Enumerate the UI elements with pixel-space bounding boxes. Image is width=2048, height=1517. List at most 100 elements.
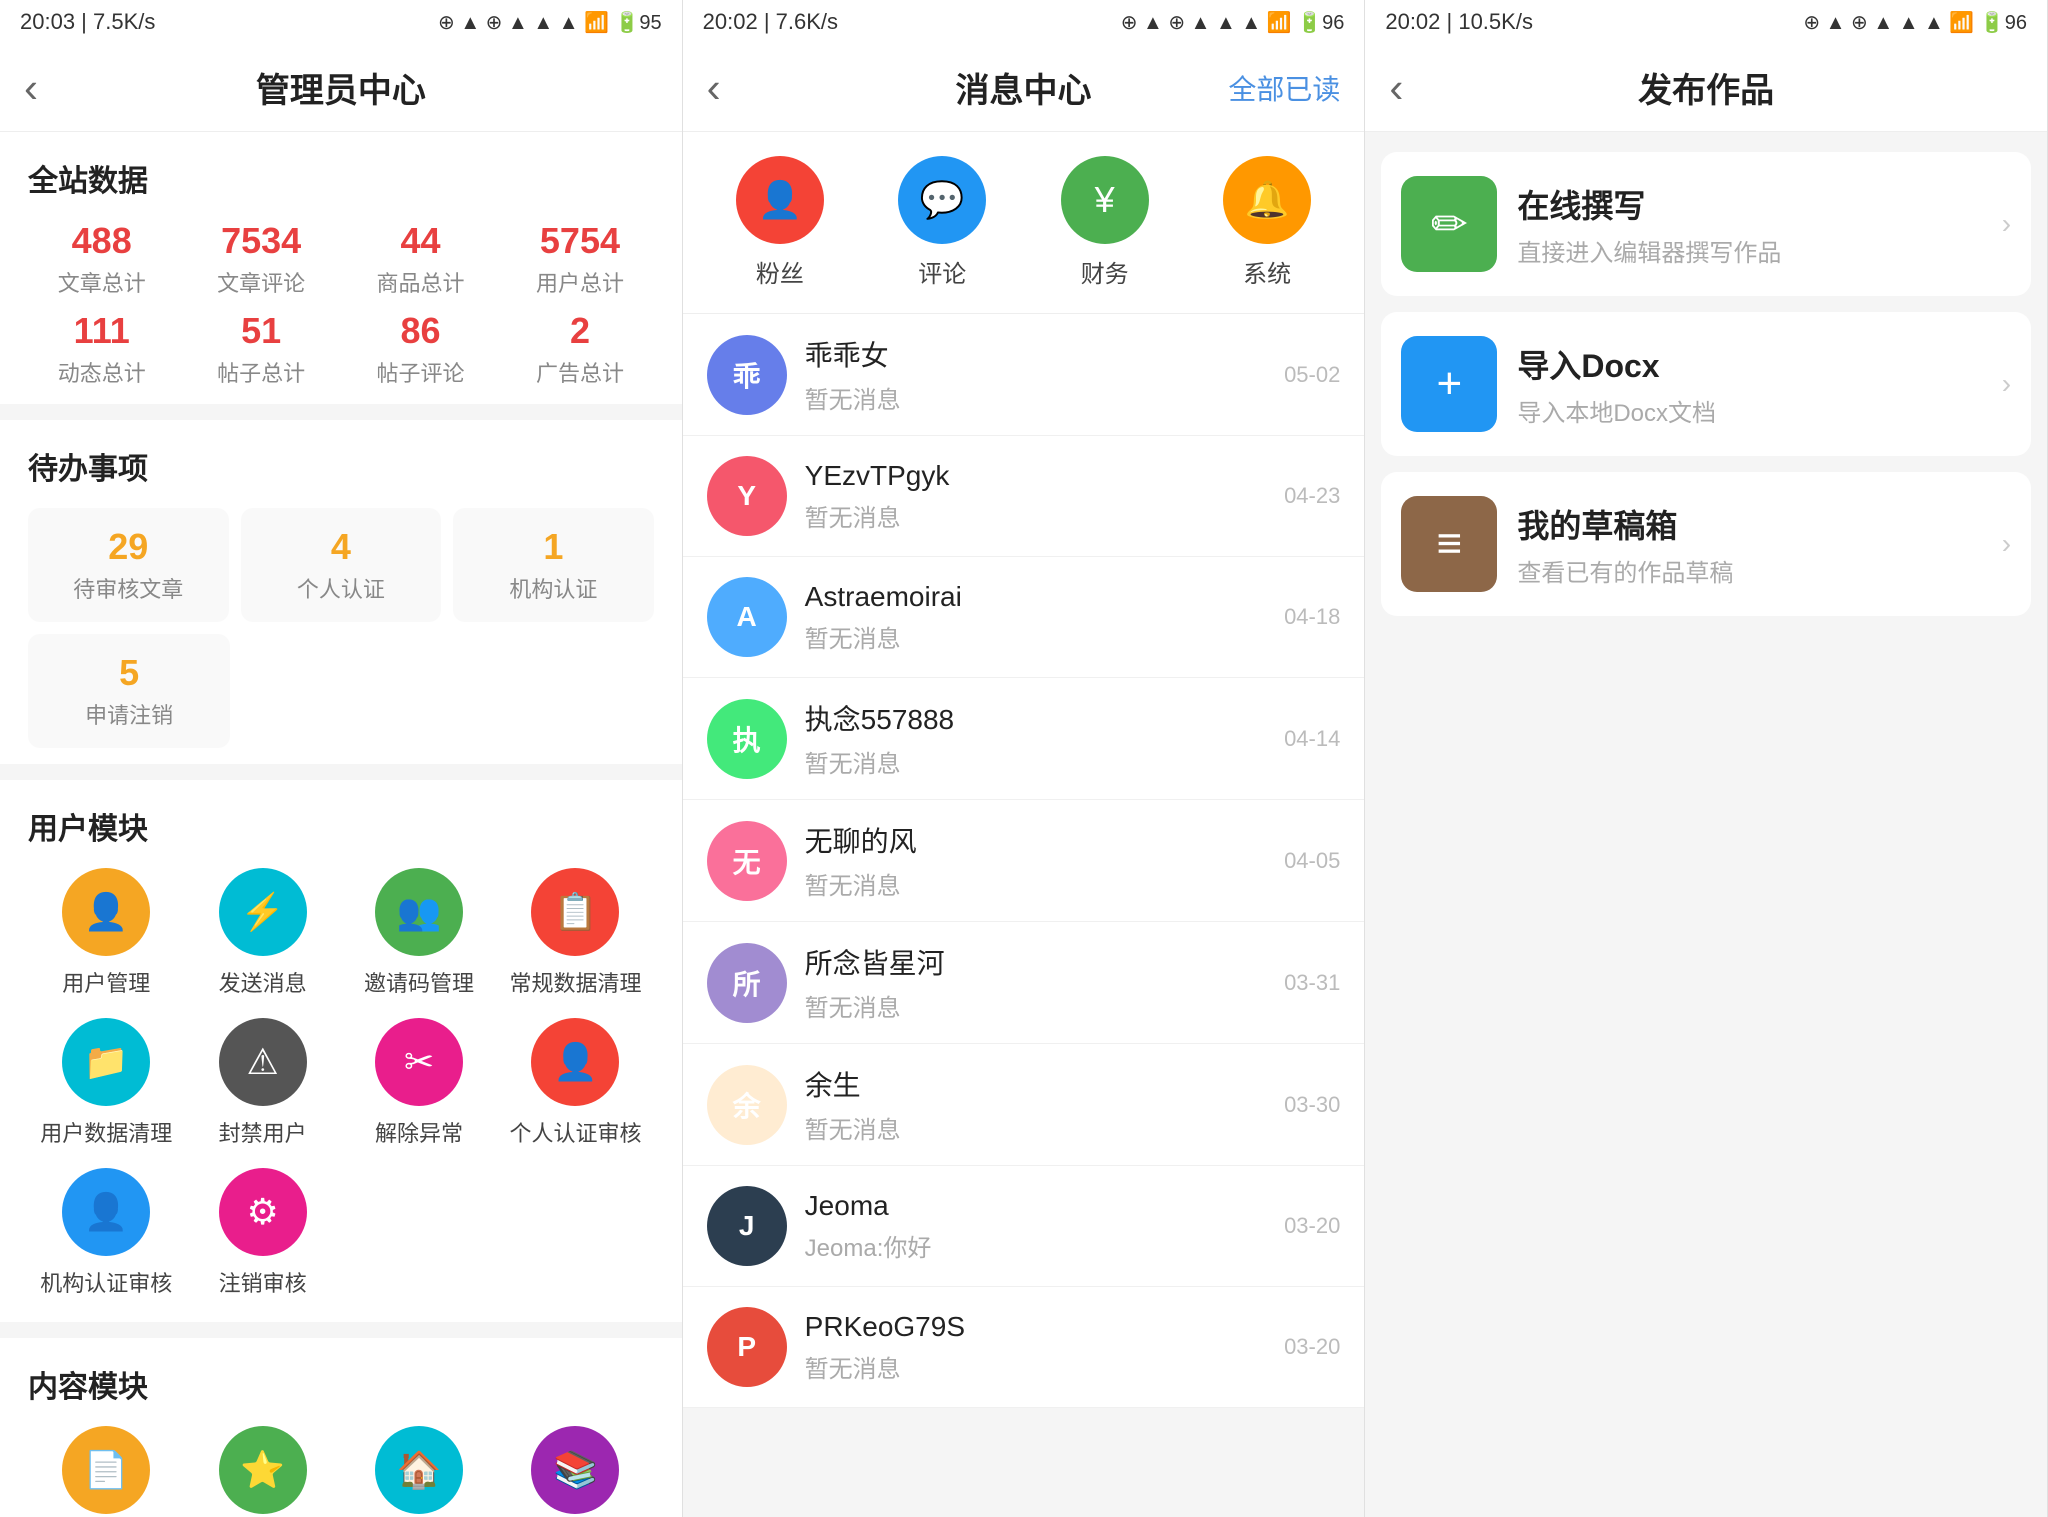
status-bar: 20:03 | 7.5K/s ⊕ ▲ ⊕ ▲ ▲ ▲ 📶 🔋95	[0, 0, 682, 44]
message-item[interactable]: P PRKeoG79S 暂无消息 03-20	[683, 1287, 1365, 1408]
message-time: 03-31	[1284, 970, 1340, 996]
message-name: Jeoma	[805, 1190, 1266, 1222]
status-icons: ⊕ ▲ ⊕ ▲ ▲ ▲ 📶 🔋96	[1803, 10, 2027, 35]
category-粉丝[interactable]: 👤 粉丝	[736, 156, 824, 289]
module-item[interactable]: ⚙ 注销审核	[184, 1168, 340, 1298]
todo-item[interactable]: 1 机构认证	[453, 508, 654, 622]
message-item[interactable]: J Jeoma Jeoma:你好 03-20	[683, 1166, 1365, 1287]
message-list: 乖 乖乖女 暂无消息 05-02Y YEzvTPgyk 暂无消息 04-23A …	[683, 314, 1365, 1408]
todo-single[interactable]: 5 申请注销	[28, 634, 230, 748]
stat-label: 动态总计	[28, 356, 175, 388]
module-item[interactable]: 👤 机构认证审核	[28, 1168, 184, 1298]
stat-item: 2 广告总计	[506, 310, 653, 388]
module-item[interactable]: ✂ 解除异常	[341, 1018, 497, 1148]
category-评论[interactable]: 💬 评论	[898, 156, 986, 289]
module-item[interactable]: 👤 用户管理	[28, 868, 184, 998]
category-label: 粉丝	[756, 254, 804, 289]
module-label: 机构认证审核	[40, 1266, 172, 1298]
stat-label: 广告总计	[506, 356, 653, 388]
stat-item: 488 文章总计	[28, 220, 175, 298]
category-label: 系统	[1243, 254, 1291, 289]
message-info: 余生 暂无消息	[805, 1064, 1266, 1145]
module-item[interactable]: ⚡ 发送消息	[184, 868, 340, 998]
publish-info: 在线撰写 直接进入编辑器撰写作品	[1517, 181, 1981, 268]
module-item[interactable]: 👤 个人认证审核	[497, 1018, 653, 1148]
panel-admin: 20:03 | 7.5K/s ⊕ ▲ ⊕ ▲ ▲ ▲ 📶 🔋95‹ 管理员中心 …	[0, 0, 683, 1517]
status-time: 20:03 | 7.5K/s	[20, 9, 155, 35]
module-label: 常规数据清理	[509, 966, 641, 998]
message-item[interactable]: 乖 乖乖女 暂无消息 05-02	[683, 314, 1365, 436]
back-button[interactable]: ‹	[707, 64, 721, 112]
module-icon: ✂	[375, 1018, 463, 1106]
stat-item: 111 动态总计	[28, 310, 175, 388]
publish-icon-box: ≡	[1401, 496, 1497, 592]
back-button[interactable]: ‹	[1389, 64, 1403, 112]
stat-label: 用户总计	[506, 266, 653, 298]
module-icon: 📁	[62, 1018, 150, 1106]
panel-publish: 20:02 | 10.5K/s ⊕ ▲ ⊕ ▲ ▲ ▲ 📶 🔋96‹ 发布作品 …	[1365, 0, 2048, 1517]
module-item[interactable]: ⚠ 封禁用户	[184, 1018, 340, 1148]
category-icon: 👤	[736, 156, 824, 244]
stat-number: 2	[506, 310, 653, 352]
module-item[interactable]: 📁 用户数据清理	[28, 1018, 184, 1148]
message-avatar: J	[707, 1186, 787, 1266]
module-icon: 📋	[531, 868, 619, 956]
stat-number: 44	[347, 220, 494, 262]
todo-item[interactable]: 4 个人认证	[241, 508, 442, 622]
stat-label: 文章评论	[187, 266, 334, 298]
stat-label: 文章总计	[28, 266, 175, 298]
content-module-item[interactable]: 📄 文章	[28, 1426, 184, 1517]
header-title: 消息中心	[956, 63, 1092, 112]
message-avatar: 所	[707, 943, 787, 1023]
stat-label: 帖子总计	[187, 356, 334, 388]
module-label: 注销审核	[219, 1266, 307, 1298]
todos-section: 待办事项29 待审核文章4 个人认证1 机构认证5 申请注销	[0, 420, 682, 764]
message-avatar: 无	[707, 821, 787, 901]
module-icon: ⚙	[219, 1168, 307, 1256]
todo-number: 4	[253, 526, 430, 568]
todo-label: 个人认证	[253, 572, 430, 604]
header: ‹ 管理员中心	[0, 44, 682, 132]
publish-title: 在线撰写	[1517, 181, 1981, 227]
message-item[interactable]: 执 执念557888 暂无消息 04-14	[683, 678, 1365, 800]
back-button[interactable]: ‹	[24, 64, 38, 112]
module-icon: ⚠	[219, 1018, 307, 1106]
module-item[interactable]: 📋 常规数据清理	[497, 868, 653, 998]
publish-item[interactable]: ≡ 我的草稿箱 查看已有的作品草稿 ›	[1381, 472, 2031, 616]
module-label: 邀请码管理	[364, 966, 474, 998]
message-item[interactable]: Y YEzvTPgyk 暂无消息 04-23	[683, 436, 1365, 557]
message-avatar: A	[707, 577, 787, 657]
message-preview: 暂无消息	[805, 380, 1266, 415]
module-icon: 👤	[531, 1018, 619, 1106]
stat-number: 86	[347, 310, 494, 352]
header: ‹ 消息中心 全部已读	[683, 44, 1365, 132]
module-item[interactable]: 👥 邀请码管理	[341, 868, 497, 998]
module-label: 封禁用户	[219, 1116, 307, 1148]
content-module-item[interactable]: ⭐ 收藏	[184, 1426, 340, 1517]
stat-label: 帖子评论	[347, 356, 494, 388]
publish-item[interactable]: ✏ 在线撰写 直接进入编辑器撰写作品 ›	[1381, 152, 2031, 296]
content-module-item[interactable]: 📚 书籍	[497, 1426, 653, 1517]
message-preview: 暂无消息	[805, 498, 1266, 533]
message-avatar: 余	[707, 1065, 787, 1145]
todo-item[interactable]: 29 待审核文章	[28, 508, 229, 622]
module-icon: ⚡	[219, 868, 307, 956]
header-action[interactable]: 全部已读	[1228, 68, 1340, 108]
message-item[interactable]: 所 所念皆星河 暂无消息 03-31	[683, 922, 1365, 1044]
header-title: 发布作品	[1638, 63, 1774, 112]
message-item[interactable]: 无 无聊的风 暂无消息 04-05	[683, 800, 1365, 922]
stat-item: 51 帖子总计	[187, 310, 334, 388]
message-name: 无聊的风	[805, 820, 1266, 860]
publish-title: 导入Docx	[1517, 341, 1981, 387]
publish-item[interactable]: + 导入Docx 导入本地Docx文档 ›	[1381, 312, 2031, 456]
category-系统[interactable]: 🔔 系统	[1223, 156, 1311, 289]
panel-content: 全站数据488 文章总计7534 文章评论44 商品总计5754 用户总计111…	[0, 132, 682, 1517]
content-module-icon: 🏠	[375, 1426, 463, 1514]
header-title: 管理员中心	[256, 63, 426, 112]
message-item[interactable]: A Astraemoirai 暂无消息 04-18	[683, 557, 1365, 678]
message-item[interactable]: 余 余生 暂无消息 03-30	[683, 1044, 1365, 1166]
message-name: 所念皆星河	[805, 942, 1266, 982]
chevron-right-icon: ›	[2002, 368, 2011, 400]
category-财务[interactable]: ¥ 财务	[1061, 156, 1149, 289]
content-module-item[interactable]: 🏠 商品	[341, 1426, 497, 1517]
